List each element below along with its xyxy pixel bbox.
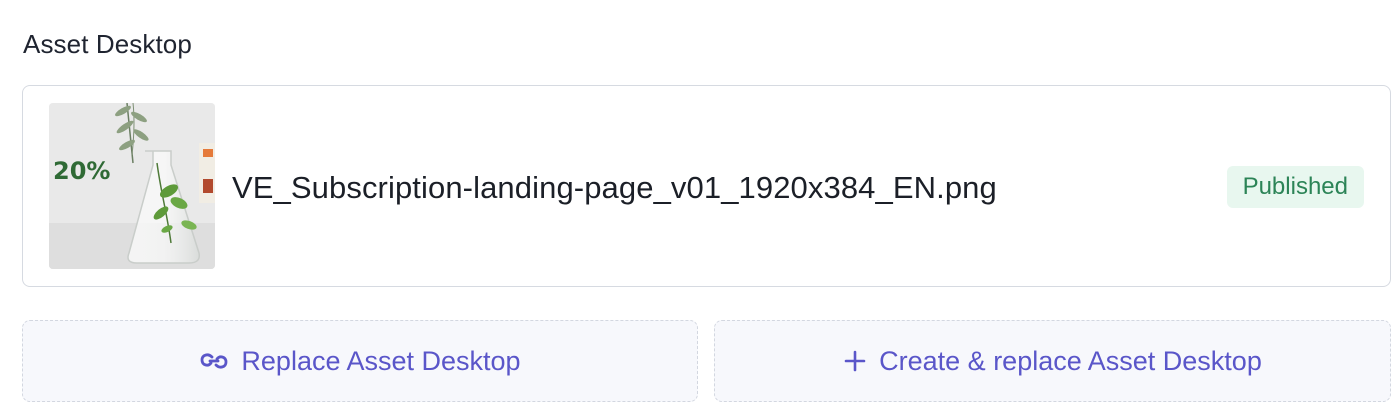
plus-icon [843,349,867,373]
replace-asset-button[interactable]: Replace Asset Desktop [22,320,698,402]
asset-thumbnail[interactable]: 20% [49,103,215,269]
create-replace-asset-button[interactable]: Create & replace Asset Desktop [714,320,1391,402]
thumbnail-image: 20% [49,103,215,269]
asset-file-name[interactable]: VE_Subscription-landing-page_v01_1920x38… [232,170,997,206]
asset-card[interactable]: 20% VE_Subscription-landing-page_v01_192… [22,85,1391,287]
link-icon [199,349,229,373]
create-replace-asset-label: Create & replace Asset Desktop [879,345,1262,376]
replace-asset-label: Replace Asset Desktop [241,345,521,376]
status-badge: Published [1226,166,1364,208]
thumbnail-text: 20% [53,157,110,185]
field-label: Asset Desktop [23,29,192,59]
